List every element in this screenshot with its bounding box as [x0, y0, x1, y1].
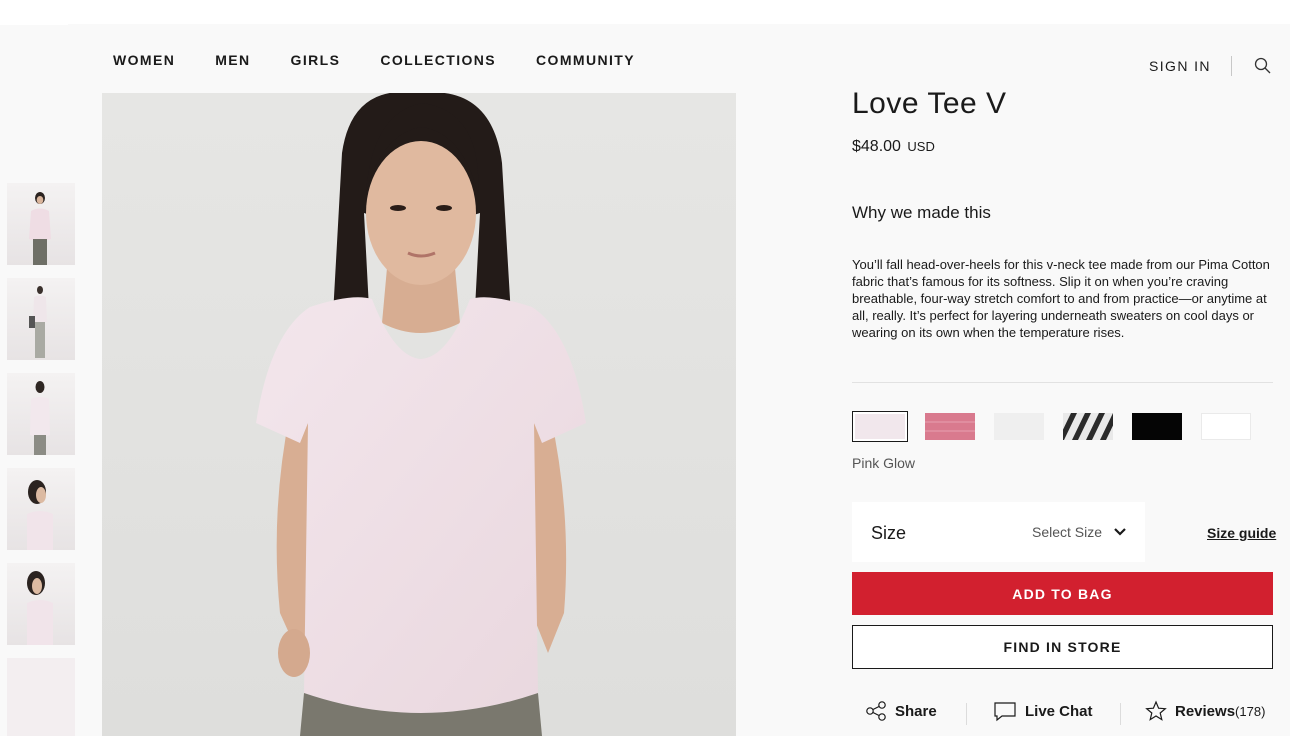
- color-swatch-heathered-white[interactable]: [994, 413, 1044, 440]
- product-hero-image[interactable]: [102, 93, 736, 736]
- price-amount: $48.00: [852, 138, 901, 155]
- thumbnail-figure: [30, 381, 50, 455]
- color-swatches: [852, 411, 1270, 442]
- swatch-stripe-pattern: [1063, 413, 1113, 440]
- action-divider: [966, 703, 967, 725]
- thumbnail-back[interactable]: [7, 373, 75, 455]
- thumbnail-detail[interactable]: [7, 563, 75, 645]
- add-to-bag-button[interactable]: ADD TO BAG: [852, 572, 1273, 615]
- swatch-fill: [855, 414, 905, 439]
- thumbnail-figure: [27, 480, 53, 550]
- nav-divider: [1230, 56, 1232, 76]
- nav-item-women[interactable]: WOMEN: [113, 52, 175, 68]
- nav-item-collections[interactable]: COLLECTIONS: [380, 52, 496, 68]
- action-divider: [1120, 703, 1121, 725]
- primary-nav: WOMEN MEN GIRLS COLLECTIONS COMMUNITY: [113, 52, 675, 68]
- size-select-value: Select Size: [1032, 524, 1103, 540]
- reviews-label: Reviews(178): [1175, 703, 1265, 720]
- share-label: Share: [895, 702, 937, 720]
- why-heading: Why we made this: [852, 203, 991, 222]
- chat-icon: [994, 702, 1016, 722]
- product-photo-illustration: [102, 93, 736, 736]
- product-price: $48.00 USD: [852, 138, 935, 156]
- find-in-store-button[interactable]: FIND IN STORE: [852, 625, 1273, 669]
- size-select[interactable]: Size Select Size: [852, 502, 1145, 562]
- color-swatch-rose[interactable]: [925, 413, 975, 440]
- nav-item-men[interactable]: MEN: [215, 52, 250, 68]
- logo[interactable]: [0, 17, 68, 25]
- account-nav: SIGN IN: [1149, 55, 1274, 77]
- share-icon: [866, 701, 886, 721]
- nav-item-community[interactable]: COMMUNITY: [536, 52, 635, 68]
- reviews-text: Reviews: [1175, 702, 1236, 720]
- thumbnail-background: [7, 658, 75, 736]
- share-button[interactable]: Share: [865, 700, 937, 722]
- thumbnail-figure: [27, 571, 53, 645]
- chevron-down-icon: [1114, 528, 1126, 536]
- live-chat-label: Live Chat: [1025, 702, 1093, 720]
- thumbnail-side[interactable]: [7, 468, 75, 550]
- reviews-button[interactable]: Reviews(178): [1145, 700, 1265, 722]
- star-icon: [1145, 700, 1167, 721]
- selected-color-name: Pink Glow: [852, 455, 916, 471]
- sign-in-link[interactable]: SIGN IN: [1149, 58, 1211, 74]
- thumbnail-figure: [29, 286, 47, 358]
- thumbnail-front[interactable]: [7, 183, 75, 265]
- size-label: Size: [871, 523, 907, 543]
- color-swatch-stripe[interactable]: [1063, 413, 1113, 440]
- section-divider: [852, 382, 1273, 383]
- thumbnail-full-body[interactable]: [7, 278, 75, 360]
- search-icon[interactable]: [1252, 55, 1274, 77]
- nav-item-girls[interactable]: GIRLS: [291, 52, 341, 68]
- product-description: You’ll fall head-over-heels for this v-n…: [852, 257, 1270, 340]
- top-strip: [0, 0, 1290, 24]
- size-guide-link[interactable]: Size guide: [1207, 525, 1276, 541]
- color-swatch-white[interactable]: [1201, 413, 1251, 440]
- product-title: Love Tee V: [852, 87, 1007, 120]
- thumbnail-gallery: [7, 183, 75, 736]
- thumbnail-fabric[interactable]: [7, 658, 75, 736]
- thumbnail-figure: [29, 192, 51, 265]
- live-chat-button[interactable]: Live Chat: [993, 700, 1093, 722]
- reviews-count: (178): [1235, 703, 1266, 719]
- price-currency: USD: [907, 139, 935, 154]
- color-swatch-pink-glow[interactable]: [852, 411, 908, 442]
- swatch-texture: [925, 421, 975, 432]
- product-actions: Share Live Chat Reviews(178): [852, 700, 1273, 730]
- color-swatch-black[interactable]: [1132, 413, 1182, 440]
